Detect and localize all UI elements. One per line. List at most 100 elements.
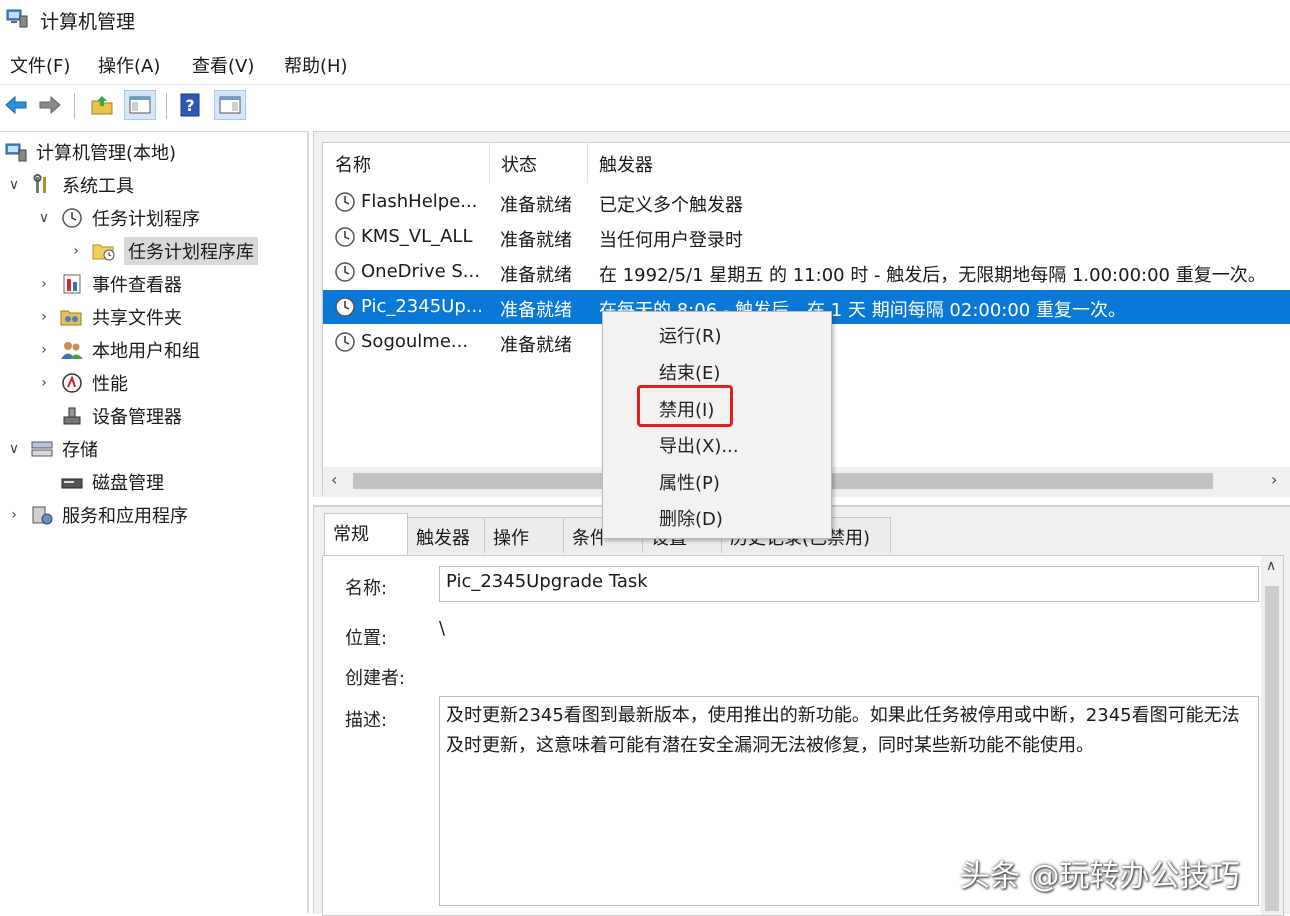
tree-item-device-manager[interactable]: 设备管理器 [60,401,182,431]
menu-item-disable[interactable]: 禁用(I) [659,396,714,422]
task-status: 准备就绪 [500,230,572,251]
storage-icon [30,437,54,461]
task-trigger: 在 1992/5/1 星期五 的 11:00 时 - 触发后，无限期地每隔 1.… [599,265,1266,286]
scroll-left-icon[interactable]: ‹ [331,470,337,489]
shared-folder-icon [60,305,84,329]
tree-item-system-tools[interactable]: ∨ 系统工具 [6,170,134,200]
column-header-name[interactable]: 名称 [335,151,371,177]
task-name: Pic_2345Up... [361,296,483,317]
clock-icon [334,226,356,248]
computer-management-icon [6,8,28,28]
menu-action[interactable]: 操作(A) [98,52,160,78]
up-folder-icon[interactable] [86,90,118,120]
name-label: 名称: [345,578,388,599]
watermark: 头条 @玩转办公技巧 [960,859,1240,894]
author-label: 创建者: [345,668,406,689]
tab-triggers[interactable]: 触发器 [407,517,485,553]
toolbar-separator [74,93,75,119]
task-status: 准备就绪 [500,265,572,286]
event-viewer-icon [60,272,84,296]
menu-file[interactable]: 文件(F) [10,52,70,78]
clock-icon [60,206,84,230]
menu-item-end[interactable]: 结束(E) [659,359,720,385]
description-label: 描述: [345,710,388,731]
tree-item-disk-management[interactable]: 磁盘管理 [60,467,164,497]
menu-item-export[interactable]: 导出(X)... [659,432,739,458]
forward-arrow-icon[interactable] [34,90,66,120]
tree-item-task-library[interactable]: › 任务计划程序库 [68,236,258,266]
chevron-down-icon[interactable]: ∨ [6,177,22,193]
tree-item-shared-folders[interactable]: › 共享文件夹 [36,302,182,332]
table-row[interactable]: FlashHelpe... 准备就绪 已定义多个触发器 [323,185,1290,219]
tree-item-services-apps[interactable]: › 服务和应用程序 [6,500,188,530]
column-header-status[interactable]: 状态 [501,151,537,177]
task-status: 准备就绪 [500,195,572,216]
tree-item-computer-management[interactable]: 计算机管理(本地) [4,137,176,167]
task-name: KMS_VL_ALL [361,226,473,247]
tab-general[interactable]: 常规 [324,513,408,555]
users-icon [60,338,84,362]
back-arrow-icon[interactable] [0,90,32,120]
tree-item-storage[interactable]: ∨ 存储 [6,434,98,464]
toolbar-separator [166,93,167,119]
tree-item-performance[interactable]: › 性能 [36,368,128,398]
task-name: OneDrive S... [361,261,480,282]
column-header-trigger[interactable]: 触发器 [599,151,653,177]
column-divider[interactable] [587,143,588,183]
tree-item-event-viewer[interactable]: › 事件查看器 [36,269,182,299]
performance-icon [60,371,84,395]
clock-icon [334,191,356,213]
device-manager-icon [60,404,84,428]
tree-item-task-scheduler[interactable]: ∨ 任务计划程序 [36,203,200,233]
menu-bar: 文件(F) 操作(A) 查看(V) 帮助(H) [0,44,1290,82]
scrollbar-thumb[interactable] [1265,586,1279,911]
chevron-right-icon[interactable]: › [36,342,52,358]
toolbar: ? [0,84,1290,125]
computer-management-icon [4,140,28,164]
show-hide-tree-icon[interactable] [124,90,156,120]
vertical-scrollbar[interactable]: ∧ [1261,556,1283,915]
chevron-down-icon[interactable]: ∨ [6,441,22,457]
tab-actions[interactable]: 操作 [484,517,564,553]
chevron-right-icon[interactable]: › [68,243,84,259]
chevron-right-icon[interactable]: › [6,507,22,523]
chevron-right-icon[interactable]: › [36,375,52,391]
navigation-tree: 计算机管理(本地) ∨ 系统工具 ∨ 任务计划程序 › 任务计划程序库 › 事件… [0,131,309,913]
table-row[interactable]: OneDrive S... 准备就绪 在 1992/5/1 星期五 的 11:0… [323,255,1290,289]
menu-item-delete[interactable]: 删除(D) [659,505,723,531]
location-value: \ [439,618,446,639]
location-label: 位置: [345,628,388,649]
scroll-right-icon[interactable]: › [1271,470,1277,489]
tree-item-local-users[interactable]: › 本地用户和组 [36,335,200,365]
svg-text:?: ? [185,96,194,115]
task-name-field[interactable]: Pic_2345Upgrade Task [439,566,1259,602]
menu-item-run[interactable]: 运行(R) [659,322,722,348]
services-icon [30,503,54,527]
chevron-down-icon[interactable]: ∨ [36,210,52,226]
task-status: 准备就绪 [500,335,572,356]
tools-icon [30,173,54,197]
help-icon[interactable]: ? [174,90,206,120]
folder-clock-icon [92,239,116,263]
context-menu: 运行(R) 结束(E) 禁用(I) 导出(X)... 属性(P) 删除(D) [602,311,832,539]
menu-view[interactable]: 查看(V) [192,52,254,78]
clock-icon [334,296,356,318]
task-status: 准备就绪 [500,300,572,321]
table-row[interactable]: KMS_VL_ALL 准备就绪 当任何用户登录时 [323,220,1290,254]
title-bar: 计算机管理 [0,0,1290,40]
menu-help[interactable]: 帮助(H) [284,52,348,78]
scroll-up-icon[interactable]: ∧ [1266,558,1276,574]
chevron-right-icon[interactable]: › [36,276,52,292]
show-action-pane-icon[interactable] [214,90,246,120]
clock-icon [334,261,356,283]
task-trigger: 已定义多个触发器 [599,195,743,216]
chevron-right-icon[interactable]: › [36,309,52,325]
column-divider[interactable] [489,143,490,183]
window-title: 计算机管理 [40,11,136,33]
disk-icon [60,470,84,494]
menu-item-properties[interactable]: 属性(P) [659,469,720,495]
clock-icon [334,331,356,353]
task-name: FlashHelpe... [361,191,478,212]
task-trigger: 当任何用户登录时 [599,230,743,251]
task-name: Sogoulme... [361,331,469,352]
